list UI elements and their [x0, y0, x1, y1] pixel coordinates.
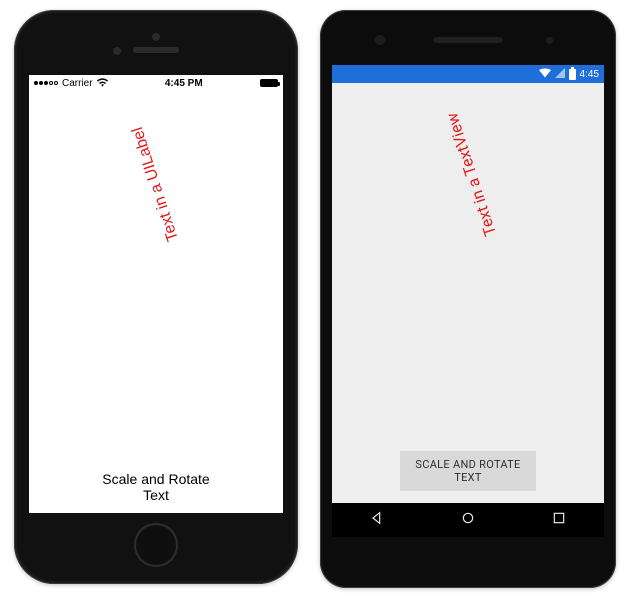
battery-icon: [260, 79, 278, 87]
android-status-bar: 4:45: [332, 65, 604, 83]
rotated-text-label: Text in a UILabel: [129, 125, 183, 244]
android-screen: 4:45 Text in a TextView SCALE AND ROTATE…: [332, 65, 604, 537]
network-icon: [555, 68, 565, 81]
android-clock: 4:45: [580, 69, 599, 80]
recent-apps-icon[interactable]: [551, 510, 567, 531]
wifi-icon: [97, 78, 108, 89]
iphone-proximity-sensor: [113, 47, 121, 55]
ios-carrier-label: Carrier: [62, 78, 93, 89]
ios-app-content: Text in a UILabel Scale and Rotate Text: [29, 91, 283, 513]
iphone-front-camera: [152, 33, 160, 41]
ios-signal-dots-icon: [34, 81, 58, 85]
home-icon[interactable]: [460, 510, 476, 531]
ios-status-bar: Carrier 4:45 PM: [29, 75, 283, 91]
back-icon[interactable]: [369, 510, 385, 531]
home-button[interactable]: [134, 523, 178, 567]
android-nav-bar: [332, 503, 604, 537]
scale-rotate-button[interactable]: SCALE AND ROTATE TEXT: [400, 451, 536, 491]
scale-rotate-button[interactable]: Scale and Rotate Text: [93, 471, 220, 503]
iphone-earpiece: [133, 47, 179, 53]
android-body: 4:45 Text in a TextView SCALE AND ROTATE…: [323, 13, 613, 585]
ios-screen: Carrier 4:45 PM Text in a UILabel Scale …: [29, 75, 283, 513]
android-earpiece: [433, 37, 503, 43]
iphone-body: Carrier 4:45 PM Text in a UILabel Scale …: [17, 13, 295, 581]
iphone-device-frame: Carrier 4:45 PM Text in a UILabel Scale …: [14, 10, 298, 584]
android-sensor: [546, 37, 553, 44]
ios-clock: 4:45 PM: [165, 78, 203, 89]
android-app-content: Text in a TextView SCALE AND ROTATE TEXT: [332, 83, 604, 503]
battery-icon: [569, 69, 576, 80]
android-device-frame: 4:45 Text in a TextView SCALE AND ROTATE…: [320, 10, 616, 588]
wifi-icon: [539, 68, 551, 81]
android-front-camera: [375, 35, 385, 45]
rotated-text-label: Text in a TextView: [442, 110, 500, 238]
